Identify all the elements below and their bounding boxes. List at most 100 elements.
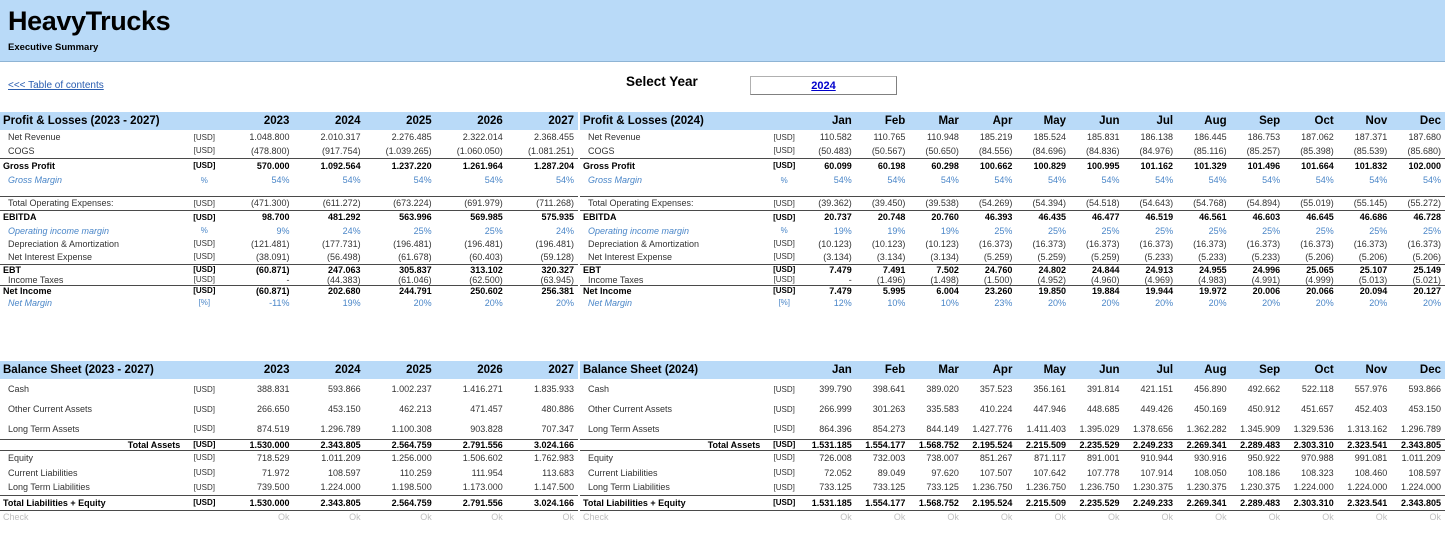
table-cell: (5.259): [963, 250, 1017, 264]
table-cell: 107.914: [1124, 465, 1178, 480]
total-liabilities-equity-label: Total Liabilities + Equity: [580, 495, 766, 510]
table-cell: 186.445: [1177, 130, 1231, 144]
table-cell: 1.224.000: [1391, 480, 1445, 495]
spacer-row: [0, 187, 578, 196]
table-cell: 24.996: [1231, 264, 1285, 275]
table-row: Net Interest Expense[USD](38.091)(56.498…: [0, 250, 578, 264]
table-row: EBT[USD](60.871)247.063305.837313.102320…: [0, 264, 578, 275]
table-cell: (10.123): [802, 237, 856, 250]
column-header: Jun: [1070, 361, 1124, 379]
balance-sheet-monthly-table: Balance Sheet (2024)JanFebMarAprMayJunJu…: [580, 361, 1445, 524]
table-row: Income Taxes[USD]-(1.496)(1.498)(1.500)(…: [580, 275, 1445, 286]
table-cell: 1.329.536: [1284, 419, 1338, 439]
table-cell: 2.249.233: [1124, 495, 1178, 510]
table-cell: (917.754): [293, 144, 364, 158]
table-cell: (85.398): [1284, 144, 1338, 158]
table-cell: 110.259: [365, 465, 436, 480]
table-cell: 20%: [1124, 296, 1178, 310]
table-cell: 25%: [1231, 224, 1285, 237]
row-label: Net Revenue: [580, 130, 766, 144]
table-cell: 1.395.029: [1070, 419, 1124, 439]
table-cell: (16.373): [1338, 237, 1392, 250]
table-cell: 1.011.209: [293, 450, 364, 465]
table-cell: 2.303.310: [1284, 439, 1338, 450]
table-cell: (673.224): [365, 196, 436, 210]
total-liabilities-equity-label: Total Liabilities + Equity: [0, 495, 186, 510]
table-cell: 46.686: [1338, 210, 1392, 224]
row-unit: [USD]: [766, 237, 802, 250]
table-cell: (10.123): [909, 237, 963, 250]
table-cell: (5.233): [1231, 250, 1285, 264]
row-unit: [USD]: [186, 419, 222, 439]
table-cell: (50.567): [856, 144, 910, 158]
table-of-contents-link[interactable]: <<< Table of contents: [8, 80, 104, 91]
row-label: Gross Profit: [580, 158, 766, 173]
row-unit: [USD]: [186, 130, 222, 144]
column-header: 2025: [365, 361, 436, 379]
table-cell: (50.483): [802, 144, 856, 158]
table-cell: (39.362): [802, 196, 856, 210]
table-cell: (1.500): [963, 275, 1017, 286]
table-cell: 1.531.185: [802, 439, 856, 450]
table-cell: 447.946: [1016, 399, 1070, 419]
table-cell: (1.039.265): [365, 144, 436, 158]
table-cell: 1.554.177: [856, 495, 910, 510]
table-cell: 110.765: [856, 130, 910, 144]
check-cell: Ok: [222, 510, 293, 524]
column-header: May: [1016, 112, 1070, 130]
table-cell: 570.000: [222, 158, 293, 173]
table-cell: 20.006: [1231, 285, 1285, 296]
table-cell: 24.802: [1016, 264, 1070, 275]
table-cell: (4.952): [1016, 275, 1070, 286]
table-cell: 399.790: [802, 379, 856, 399]
table-cell: 25%: [1284, 224, 1338, 237]
table-cell: (5.021): [1391, 275, 1445, 286]
table-cell: (611.272): [293, 196, 364, 210]
table-cell: 101.832: [1338, 158, 1392, 173]
column-header: Dec: [1391, 361, 1445, 379]
row-label: Net Revenue: [0, 130, 186, 144]
row-unit: [USD]: [186, 275, 222, 286]
select-year-label: Select Year: [626, 74, 698, 89]
table-cell: 733.125: [802, 480, 856, 495]
table-cell: 557.976: [1338, 379, 1392, 399]
year-select-input[interactable]: 2024: [750, 76, 897, 95]
column-header: Mar: [909, 361, 963, 379]
row-label: Other Current Assets: [0, 399, 186, 419]
row-label: Other Current Assets: [580, 399, 766, 419]
column-header: Nov: [1338, 361, 1392, 379]
table-cell: 54%: [1231, 173, 1285, 187]
table-cell: 2.289.483: [1231, 495, 1285, 510]
table-cell: 186.753: [1231, 130, 1285, 144]
table-cell: (16.373): [1391, 237, 1445, 250]
table-cell: 19%: [293, 296, 364, 310]
table-cell: 388.831: [222, 379, 293, 399]
table-cell: 2.791.556: [436, 495, 507, 510]
table-cell: 266.999: [802, 399, 856, 419]
row-unit: [USD]: [766, 465, 802, 480]
table-cell: 54%: [1016, 173, 1070, 187]
table-cell: (4.983): [1177, 275, 1231, 286]
table-cell: (61.678): [365, 250, 436, 264]
row-unit: [USD]: [186, 465, 222, 480]
table-cell: 19.944: [1124, 285, 1178, 296]
toolbar: <<< Table of contents Select Year: [0, 62, 1445, 110]
table-cell: 593.866: [293, 379, 364, 399]
table-cell: 1.835.933: [507, 379, 578, 399]
table-row: Net Revenue[USD]1.048.8002.010.3172.276.…: [0, 130, 578, 144]
table-cell: 72.052: [802, 465, 856, 480]
column-header: Oct: [1284, 112, 1338, 130]
check-cell: Ok: [507, 510, 578, 524]
row-label: COGS: [0, 144, 186, 158]
check-cell: Ok: [856, 510, 910, 524]
table-cell: (196.481): [436, 237, 507, 250]
table-cell: 1.173.000: [436, 480, 507, 495]
table-cell: 522.118: [1284, 379, 1338, 399]
table-row: Other Current Assets[USD]266.999301.2633…: [580, 399, 1445, 419]
table-cell: 46.561: [1177, 210, 1231, 224]
row-label: Net Margin: [0, 296, 186, 310]
table-cell: 98.700: [222, 210, 293, 224]
total-assets-row: Total Assets[USD]1.531.1851.554.1771.568…: [580, 439, 1445, 450]
check-label: Check: [0, 510, 186, 524]
table-cell: 1.147.500: [507, 480, 578, 495]
